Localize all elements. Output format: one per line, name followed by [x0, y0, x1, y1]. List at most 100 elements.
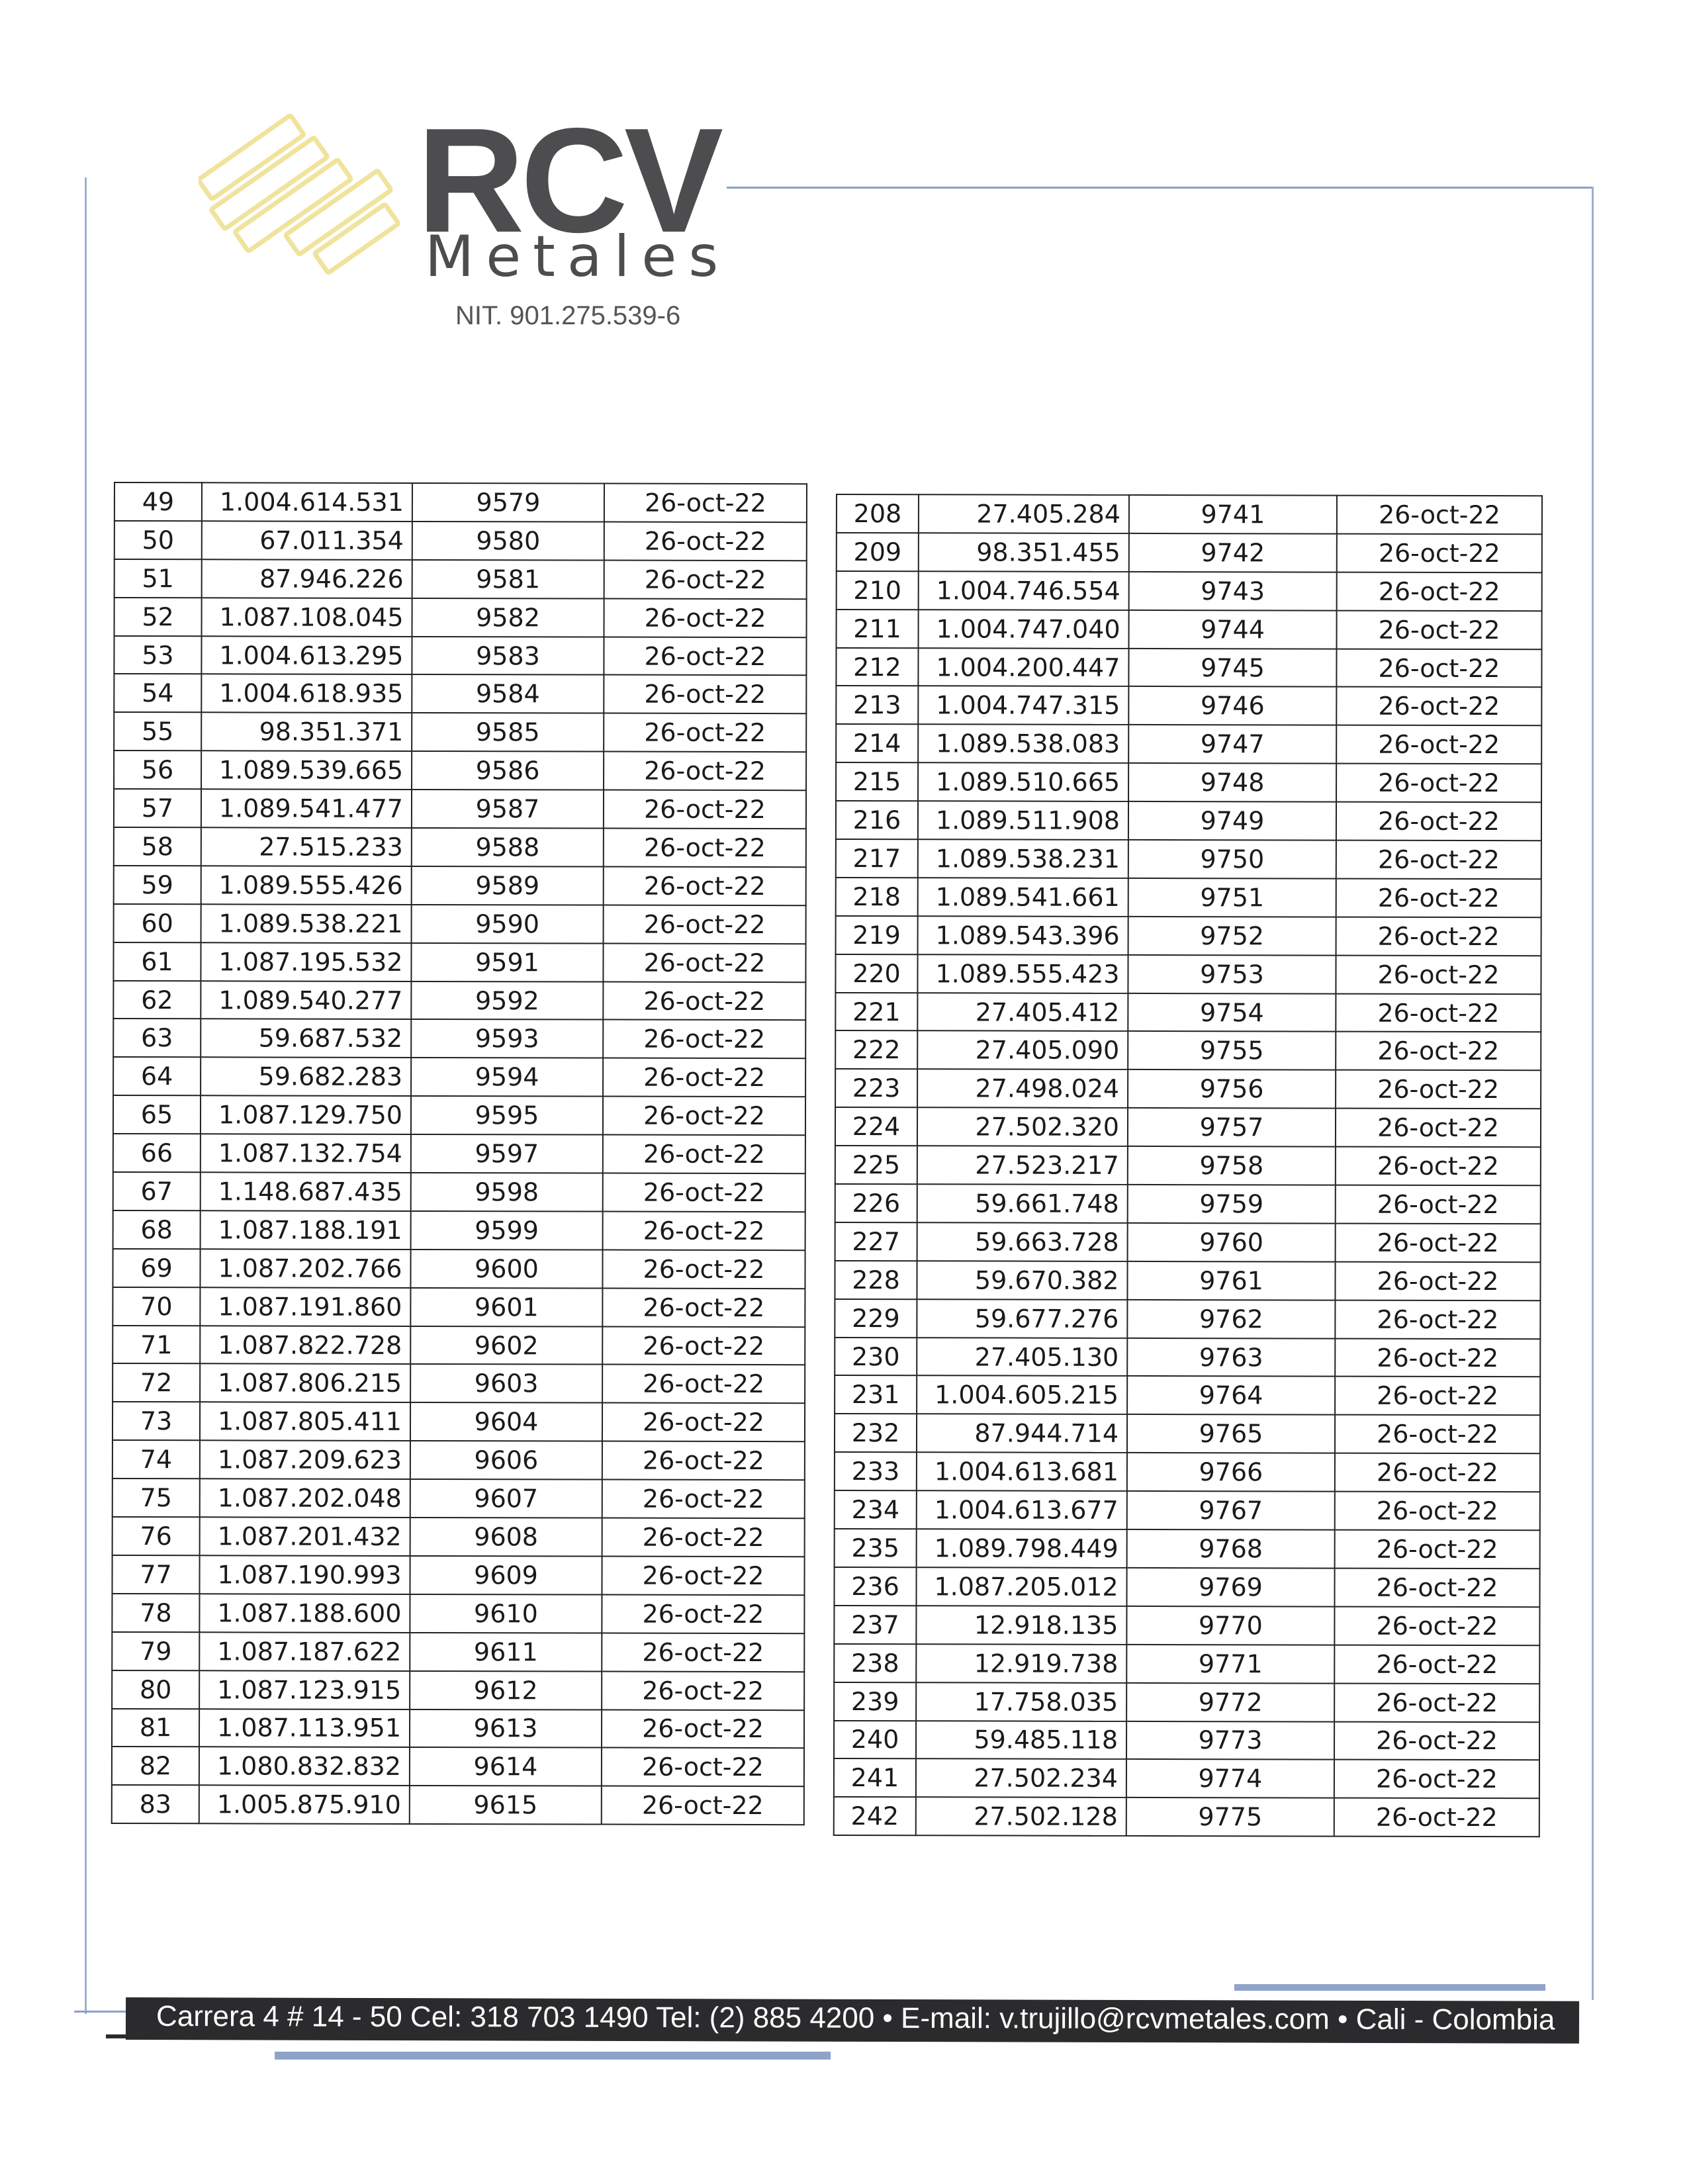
record-code-cell: 9742: [1128, 533, 1337, 572]
record-code-cell: 9606: [410, 1441, 602, 1480]
table-row: 58 27.515.233 9588 26-oct-22: [113, 827, 806, 868]
id-number-cell: 59.687.532: [201, 1019, 412, 1058]
row-number-cell: 56: [114, 751, 202, 790]
table-row: 232 87.944.714 9765 26-oct-22: [834, 1414, 1541, 1454]
table-row: 70 1.087.191.860 9601 26-oct-22: [113, 1287, 805, 1327]
table-row: 224 27.502.320 9757 26-oct-22: [835, 1107, 1541, 1148]
id-number-cell: 1.004.747.315: [918, 686, 1129, 725]
table-row: 77 1.087.190.993 9609 26-oct-22: [112, 1555, 805, 1596]
record-date-cell: 26-oct-22: [602, 1326, 805, 1365]
id-number-cell: 1.089.539.665: [201, 751, 412, 790]
record-code-cell: 9586: [412, 751, 604, 790]
record-code-cell: 9746: [1128, 686, 1337, 725]
table-row: 68 1.087.188.191 9599 26-oct-22: [113, 1210, 805, 1251]
id-number-cell: 12.919.738: [916, 1643, 1127, 1683]
id-number-cell: 1.087.132.754: [200, 1134, 411, 1173]
id-number-cell: 1.004.613.681: [916, 1452, 1127, 1492]
record-date-cell: 26-oct-22: [602, 1250, 805, 1289]
record-date-cell: 26-oct-22: [603, 1020, 806, 1059]
record-code-cell: 9760: [1127, 1222, 1336, 1262]
row-number-cell: 54: [114, 674, 202, 713]
table-row: 75 1.087.202.048 9607 26-oct-22: [112, 1479, 805, 1519]
record-date-cell: 26-oct-22: [1334, 1568, 1540, 1608]
id-number-cell: 1.004.613.677: [916, 1490, 1127, 1529]
row-number-cell: 222: [835, 1030, 918, 1069]
id-number-cell: 1.004.618.935: [201, 674, 412, 713]
record-code-cell: 9745: [1128, 648, 1337, 688]
table-row: 222 27.405.090 9755 26-oct-22: [835, 1030, 1541, 1071]
record-code-cell: 9591: [411, 942, 604, 982]
record-code-cell: 9580: [412, 521, 604, 561]
row-number-cell: 230: [835, 1337, 917, 1376]
table-row: 236 1.087.205.012 9769 26-oct-22: [834, 1567, 1540, 1608]
record-code-cell: 9590: [411, 904, 604, 944]
record-code-cell: 9593: [411, 1019, 604, 1058]
record-date-cell: 26-oct-22: [603, 981, 806, 1021]
row-number-cell: 242: [833, 1797, 916, 1836]
table-row: 66 1.087.132.754 9597 26-oct-22: [113, 1134, 805, 1174]
row-number-cell: 235: [834, 1529, 917, 1568]
record-code-cell: 9597: [410, 1134, 603, 1173]
table-row: 56 1.089.539.665 9586 26-oct-22: [114, 751, 807, 791]
record-code-cell: 9759: [1127, 1184, 1336, 1224]
record-date-cell: 26-oct-22: [1336, 1069, 1541, 1109]
row-number-cell: 234: [834, 1490, 917, 1529]
table-row: 226 59.661.748 9759 26-oct-22: [835, 1184, 1541, 1224]
record-date-cell: 26-oct-22: [1336, 533, 1542, 573]
row-number-cell: 80: [112, 1670, 200, 1709]
record-date-cell: 26-oct-22: [1335, 1338, 1541, 1377]
table-row: 73 1.087.805.411 9604 26-oct-22: [112, 1402, 805, 1442]
row-number-cell: 71: [113, 1325, 201, 1364]
record-code-cell: 9612: [410, 1670, 602, 1710]
record-date-cell: 26-oct-22: [1334, 1645, 1540, 1684]
record-code-cell: 9769: [1126, 1567, 1335, 1607]
record-date-cell: 26-oct-22: [1335, 1146, 1541, 1186]
table-row: 209 98.351.455 9742 26-oct-22: [836, 532, 1542, 573]
record-date-cell: 26-oct-22: [1336, 610, 1542, 649]
row-number-cell: 228: [835, 1260, 917, 1299]
row-number-cell: 76: [112, 1517, 200, 1556]
footer-accent-bar-top: [1234, 1984, 1545, 1991]
record-date-cell: 26-oct-22: [1334, 1414, 1541, 1454]
id-number-cell: 59.682.283: [201, 1057, 412, 1097]
id-number-cell: 1.087.195.532: [201, 942, 412, 981]
id-number-cell: 1.087.187.622: [199, 1631, 410, 1671]
table-row: 242 27.502.128 9775 26-oct-22: [833, 1797, 1539, 1837]
id-number-cell: 59.663.728: [917, 1222, 1128, 1261]
row-number-cell: 52: [114, 597, 202, 636]
record-code-cell: 9767: [1126, 1491, 1335, 1530]
table-row: 63 59.687.532 9593 26-oct-22: [113, 1019, 806, 1059]
table-row: 72 1.087.806.215 9603 26-oct-22: [113, 1363, 805, 1404]
id-number-cell: 1.148.687.435: [200, 1172, 411, 1211]
record-code-cell: 9758: [1127, 1146, 1336, 1185]
table-row: 52 1.087.108.045 9582 26-oct-22: [114, 597, 807, 637]
id-number-cell: 1.089.538.083: [918, 724, 1129, 764]
record-code-cell: 9594: [411, 1058, 604, 1097]
id-number-cell: 1.089.555.423: [917, 954, 1128, 993]
table-row: 228 59.670.382 9761 26-oct-22: [835, 1260, 1541, 1300]
record-date-cell: 26-oct-22: [602, 1518, 805, 1557]
brand-subtitle: Metales: [425, 224, 731, 290]
row-number-cell: 238: [834, 1643, 917, 1682]
id-number-cell: 1.004.747.040: [918, 609, 1129, 649]
table-row: 50 67.011.354 9580 26-oct-22: [114, 520, 807, 561]
id-number-cell: 27.405.284: [918, 494, 1129, 533]
table-row: 212 1.004.200.447 9745 26-oct-22: [836, 647, 1542, 688]
record-code-cell: 9604: [410, 1402, 603, 1441]
table-row: 61 1.087.195.532 9591 26-oct-22: [113, 942, 806, 982]
table-row: 217 1.089.538.231 9750 26-oct-22: [835, 839, 1541, 880]
id-number-cell: 1.089.555.426: [201, 866, 412, 905]
table-row: 230 27.405.130 9763 26-oct-22: [835, 1337, 1541, 1377]
table-row: 57 1.089.541.477 9587 26-oct-22: [113, 789, 807, 829]
record-date-cell: 26-oct-22: [1334, 1683, 1540, 1722]
row-number-cell: 59: [113, 865, 201, 905]
table-row: 51 87.946.226 9581 26-oct-22: [114, 559, 807, 599]
id-number-cell: 1.089.798.449: [916, 1529, 1127, 1568]
record-date-cell: 26-oct-22: [604, 483, 807, 523]
record-date-cell: 26-oct-22: [601, 1747, 804, 1787]
row-number-cell: 241: [833, 1758, 916, 1797]
record-code-cell: 9743: [1128, 571, 1337, 611]
row-number-cell: 231: [835, 1375, 917, 1414]
table-row: 237 12.918.135 9770 26-oct-22: [834, 1605, 1540, 1645]
record-date-cell: 26-oct-22: [604, 713, 807, 752]
